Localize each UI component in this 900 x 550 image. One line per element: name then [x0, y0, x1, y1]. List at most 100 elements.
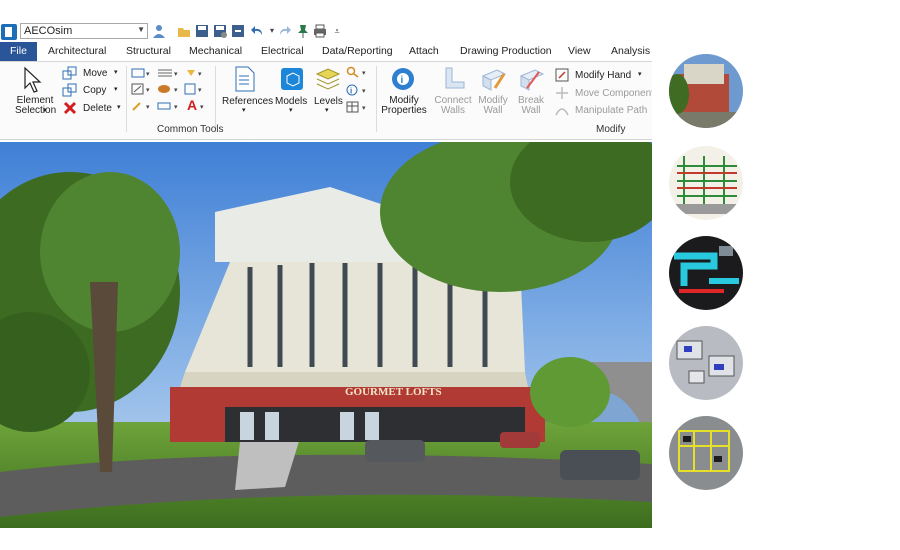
modify-wall-button[interactable]: Modify Wall: [476, 96, 510, 116]
levels-icon[interactable]: [315, 68, 341, 93]
group-label-modify: Modify: [596, 124, 626, 135]
tab-analysis[interactable]: Analysis: [611, 42, 650, 61]
modify-hand-icon: [555, 68, 569, 85]
open-folder-icon[interactable]: [177, 24, 191, 38]
search-icon[interactable]: ▾: [346, 66, 370, 81]
ribbon-separator: [215, 66, 216, 132]
connect-walls-label: Connect Walls: [434, 95, 472, 116]
ribbon-separator: [376, 66, 377, 132]
element-info-icon[interactable]: ▾: [184, 83, 206, 98]
chevron-down-icon: ▼: [137, 25, 145, 34]
connect-walls-button[interactable]: Connect Walls: [433, 96, 473, 116]
user-icon[interactable]: [152, 24, 166, 38]
break-wall-icon[interactable]: [519, 66, 545, 95]
tab-electrical[interactable]: Electrical: [261, 42, 304, 61]
svg-text:▾: ▾: [146, 71, 150, 78]
line-style-icon[interactable]: ▾: [157, 67, 181, 82]
svg-text:i: i: [401, 75, 404, 86]
chevron-down-icon[interactable]: ▾: [325, 106, 329, 114]
compress-icon[interactable]: [231, 24, 245, 38]
chevron-down-icon[interactable]: ▾: [289, 106, 293, 114]
models-icon[interactable]: [280, 67, 304, 94]
references-button[interactable]: References: [222, 96, 273, 107]
tab-data-reporting[interactable]: Data/Reporting: [322, 42, 393, 61]
svg-text:▾: ▾: [146, 87, 150, 94]
svg-text:▾: ▾: [362, 70, 366, 77]
info-icon[interactable]: i ▾: [346, 84, 370, 99]
chevron-down-icon[interactable]: ▾: [114, 68, 118, 76]
rectangle-icon[interactable]: ▾: [157, 100, 181, 115]
text-icon[interactable]: A ▾: [186, 97, 208, 115]
copy-icon: [62, 83, 78, 100]
ribbon-panel: Element Selection ▾ Move ▾ Copy ▾ Delete…: [0, 62, 652, 140]
svg-text:A: A: [187, 98, 197, 112]
chevron-down-icon[interactable]: ▾: [242, 106, 246, 114]
manipulate-path-button[interactable]: Manipulate Path: [575, 105, 647, 116]
application-window: AECOsim ▼ ▾ ⩡ File Architectural Structu…: [0, 0, 652, 528]
thumbnail-electrical-layout[interactable]: [669, 416, 743, 490]
workspace-select[interactable]: AECOsim ▼: [20, 23, 148, 39]
model-viewport[interactable]: GOURMET LOFTS: [0, 142, 652, 528]
undo-icon[interactable]: [250, 24, 264, 38]
print-icon[interactable]: [313, 24, 327, 38]
move-component-button[interactable]: Move Component: [575, 88, 652, 99]
tab-structural[interactable]: Structural: [126, 42, 171, 61]
modify-hand-button[interactable]: Modify Hand: [575, 70, 631, 81]
copy-button[interactable]: Copy: [83, 85, 106, 96]
break-wall-button[interactable]: Break Wall: [516, 96, 546, 116]
customize-toolbar-icon[interactable]: ⩡: [330, 24, 344, 38]
move-button[interactable]: Move: [83, 68, 107, 79]
tab-drawing-production[interactable]: Drawing Production: [460, 42, 552, 61]
save-icon[interactable]: [195, 24, 209, 38]
svg-text:▾: ▾: [362, 88, 366, 95]
group-label-common-tools: Common Tools: [157, 124, 224, 135]
ribbon-separator: [126, 66, 127, 132]
modify-wall-icon[interactable]: [481, 66, 507, 95]
save-settings-icon[interactable]: [213, 24, 227, 38]
references-icon[interactable]: [234, 66, 256, 95]
building-sign: GOURMET LOFTS: [345, 386, 442, 398]
modify-properties-icon[interactable]: i: [390, 66, 416, 95]
pin-icon[interactable]: [296, 24, 310, 38]
svg-text:▾: ▾: [174, 104, 178, 111]
workspace-select-value: AECOsim: [24, 25, 73, 37]
place-shape-icon[interactable]: ▾: [131, 83, 153, 98]
redo-icon[interactable]: [278, 24, 292, 38]
tab-architectural[interactable]: Architectural: [48, 42, 106, 61]
level-visibility-icon[interactable]: ▾: [184, 67, 206, 82]
svg-text:▾: ▾: [146, 104, 150, 111]
chevron-down-icon[interactable]: ▾: [117, 103, 121, 111]
undo-dropdown-icon[interactable]: ▾: [265, 24, 279, 38]
move-component-icon: [555, 86, 569, 103]
ribbon-tabs: File Architectural Structural Mechanical…: [0, 42, 652, 62]
app-logo-icon[interactable]: [1, 24, 17, 40]
delete-x-icon: [63, 101, 77, 118]
element-selection-button[interactable]: Element Selection: [15, 96, 56, 116]
chevron-down-icon[interactable]: ▾: [638, 70, 642, 78]
tab-mechanical[interactable]: Mechanical: [189, 42, 242, 61]
chevron-down-icon[interactable]: ▾: [114, 85, 118, 93]
rendered-building-scene: GOURMET LOFTS: [0, 142, 652, 528]
place-line-icon[interactable]: ▾: [131, 67, 153, 82]
fill-color-icon[interactable]: ▾: [157, 83, 181, 98]
thumbnail-interior-plan[interactable]: [669, 326, 743, 400]
svg-text:▾: ▾: [174, 71, 178, 78]
modify-wall-label: Modify Wall: [478, 95, 508, 116]
paint-brush-icon[interactable]: ▾: [131, 100, 153, 115]
svg-text:▾: ▾: [174, 87, 178, 94]
tab-file[interactable]: File: [0, 42, 37, 61]
connect-walls-icon[interactable]: [442, 66, 466, 95]
table-icon[interactable]: ▾: [346, 101, 370, 116]
tab-view[interactable]: View: [568, 42, 591, 61]
chevron-down-icon[interactable]: ▾: [43, 106, 47, 114]
move-icon: [62, 66, 78, 83]
modify-properties-button[interactable]: Modify Properties: [381, 96, 427, 116]
thumbnail-mechanical-ducts[interactable]: [669, 236, 743, 310]
tab-attach[interactable]: Attach: [409, 42, 439, 61]
thumbnail-structural-frame[interactable]: [669, 146, 743, 220]
thumbnail-photo-render[interactable]: [669, 54, 743, 128]
delete-button[interactable]: Delete: [83, 103, 112, 114]
cursor-arrow-icon[interactable]: [22, 66, 42, 97]
break-wall-label: Break Wall: [517, 95, 545, 116]
svg-text:▾: ▾: [362, 105, 366, 112]
